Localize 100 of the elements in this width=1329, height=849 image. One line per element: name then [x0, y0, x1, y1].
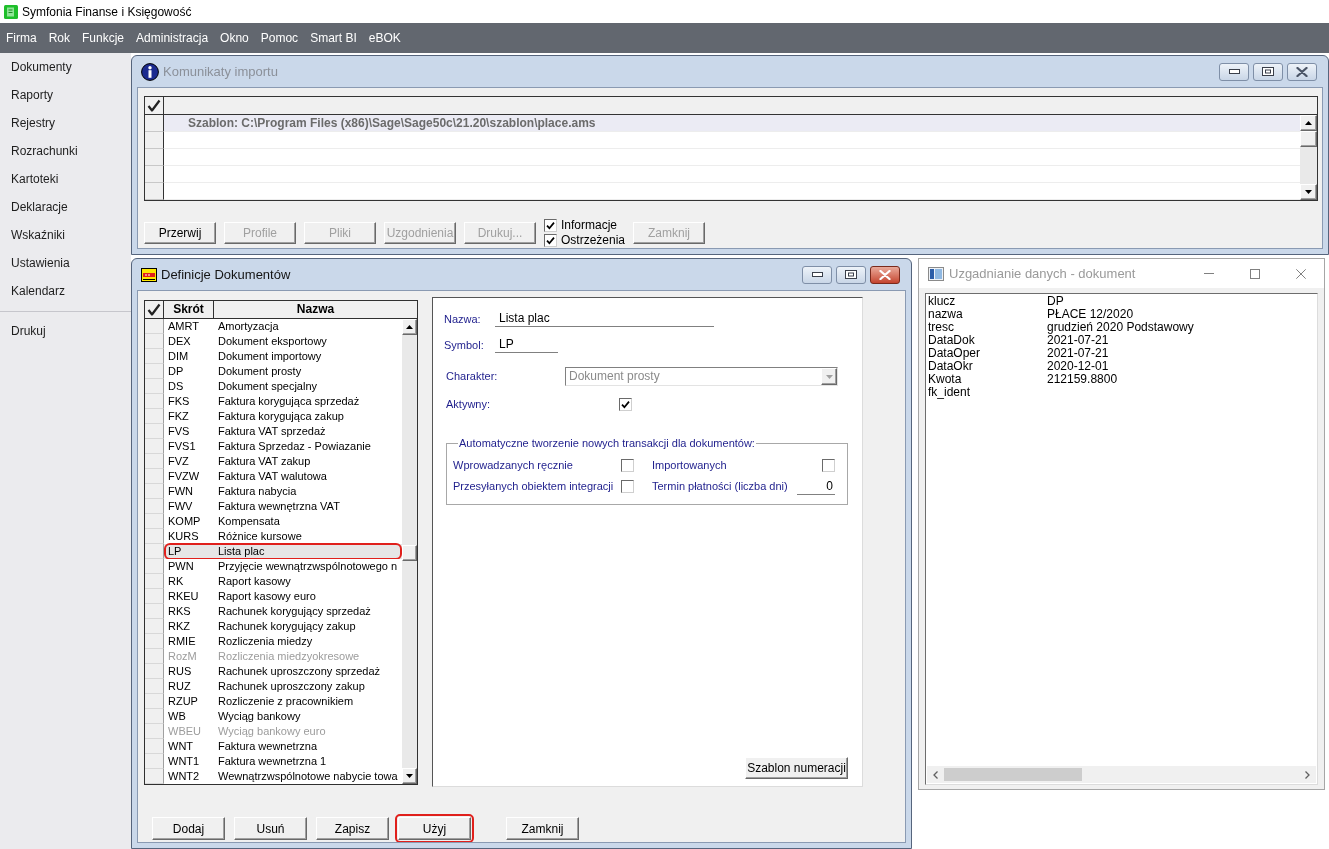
sidebar-item[interactable]: Rozrachunki: [11, 142, 78, 160]
scroll-up-button[interactable]: [1300, 115, 1317, 131]
field-value: DP: [1047, 295, 1064, 308]
field-value: grudzień 2020 Podstawowy: [1047, 321, 1194, 334]
minimize-icon: [1204, 273, 1214, 274]
checkbox[interactable]: [544, 233, 557, 247]
dialog-button[interactable]: Użyj: [398, 817, 471, 840]
maximize-button[interactable]: [1253, 62, 1283, 81]
dialog-button[interactable]: Przerwij: [144, 221, 216, 244]
field-label: Termin płatności (liczba dni): [652, 479, 789, 495]
column-header[interactable]: Nazwa: [214, 301, 417, 318]
field-key: nazwa: [928, 308, 1047, 321]
field-key: Kwota: [928, 373, 1047, 386]
menu-item[interactable]: Administracja: [136, 29, 209, 47]
input-field[interactable]: LP: [495, 337, 558, 353]
sidebar-item[interactable]: Rejestry: [11, 114, 55, 132]
sidebar-item[interactable]: Wskaźniki: [11, 226, 65, 244]
sidebar-item[interactable]: Drukuj: [11, 322, 46, 340]
chevron-right-icon: [1305, 770, 1310, 779]
scroll-down-button[interactable]: [402, 768, 417, 784]
input-field[interactable]: Lista plac: [495, 311, 714, 327]
maximize-icon: [1250, 268, 1260, 279]
field-key: klucz: [928, 295, 1047, 308]
minimize-button[interactable]: [1219, 62, 1249, 81]
scroll-down-button[interactable]: [1300, 184, 1317, 200]
dialog-button[interactable]: Usuń: [234, 817, 307, 840]
menu-item[interactable]: Funkcje: [82, 29, 125, 47]
column-header[interactable]: Skrót: [164, 301, 214, 318]
dialog-button[interactable]: Zapisz: [316, 817, 389, 840]
field-value: PŁACE 12/2020: [1047, 308, 1134, 321]
close-button[interactable]: [1287, 62, 1317, 81]
menu-item[interactable]: Okno: [220, 29, 249, 47]
close-icon: [879, 269, 891, 280]
sidebar-item[interactable]: Deklaracje: [11, 198, 68, 216]
sidebar-item[interactable]: Raporty: [11, 86, 54, 104]
dialog-button[interactable]: Zamknij: [506, 817, 579, 840]
app-title: Symfonia Finanse i Księgowość: [22, 3, 192, 21]
close-icon: [1296, 66, 1308, 77]
checkbox[interactable]: [544, 218, 557, 232]
field-key: tresc: [928, 321, 1047, 334]
field-key: DataOkr: [928, 360, 1047, 373]
field-key: DataDok: [928, 334, 1047, 347]
triangle-down-icon: [825, 374, 833, 379]
sidebar-item[interactable]: Ustawienia: [11, 254, 70, 272]
field-value: 212159.8800: [1047, 373, 1118, 386]
sidebar-item[interactable]: Kartoteki: [11, 170, 59, 188]
check-icon: [147, 303, 161, 316]
minimize-icon: [811, 272, 823, 277]
minimize-icon: [1228, 69, 1240, 74]
group-legend: Automatyczne tworzenie nowych transakcji dla dokumentów:: [458, 435, 756, 452]
dialog-button[interactable]: Szablon numeracji: [745, 757, 848, 779]
window-title: Komunikaty importu: [163, 62, 278, 81]
checkbox-label: Wprowadzanych ręcznie: [453, 458, 574, 474]
check-icon: [147, 99, 161, 112]
menu-item[interactable]: eBOK: [368, 29, 401, 47]
triangle-down-icon: [406, 774, 413, 778]
app-icon: [4, 4, 18, 19]
maximize-button[interactable]: [836, 265, 866, 284]
menu-item[interactable]: Rok: [48, 29, 70, 47]
document-name: Przyjęcie wewnątrzwspólnotowego n: [214, 559, 402, 574]
message-text: Szablon: C:\Program Files (x86)\Sage\Sage50c\21.20\szablon\place.ams: [164, 115, 1300, 132]
field-key: DataOper: [928, 347, 1047, 360]
input-field[interactable]: 0: [797, 478, 835, 495]
row-indicator[interactable]: [145, 183, 164, 200]
checkbox-label: Przesyłanych obiektem integracji: [453, 479, 615, 495]
checkbox[interactable]: [619, 397, 632, 411]
scroll-up-button[interactable]: [402, 319, 417, 335]
menu-item[interactable]: Firma: [6, 29, 37, 47]
checkbox-label: Informacje: [561, 218, 618, 232]
window-title: Uzgadnianie danych - dokument: [949, 264, 1136, 283]
maximize-icon: [845, 270, 857, 279]
sidebar-item[interactable]: Kalendarz: [11, 282, 66, 300]
scrollbar-thumb[interactable]: [944, 768, 1082, 781]
triangle-up-icon: [406, 325, 413, 329]
checkmark-icon: [621, 399, 630, 409]
field-value: 2021-07-21: [1047, 334, 1109, 347]
menu-item[interactable]: Pomoc: [260, 29, 299, 47]
scrollbar-thumb[interactable]: [402, 545, 417, 561]
chevron-left-icon: [933, 770, 938, 779]
checkbox-label: Importowanych: [652, 458, 728, 474]
checkbox[interactable]: [621, 480, 634, 493]
checkbox-label: Ostrzeżenia: [561, 233, 626, 247]
row-indicator[interactable]: [145, 166, 164, 183]
card-icon: [141, 267, 157, 282]
row-indicator[interactable]: [145, 115, 164, 132]
checkbox[interactable]: [621, 459, 634, 472]
checkbox[interactable]: [822, 459, 835, 472]
row-indicator[interactable]: [145, 132, 164, 149]
window-icon: [928, 266, 944, 281]
sidebar-item[interactable]: Dokumenty: [11, 58, 72, 76]
close-button[interactable]: [870, 265, 900, 284]
field-label: Charakter:: [446, 369, 498, 385]
close-icon: [1296, 268, 1306, 279]
field-label: Nazwa:: [444, 311, 482, 327]
dialog-button[interactable]: Dodaj: [152, 817, 225, 840]
field-value: 2021-07-21: [1047, 347, 1109, 360]
scrollbar-thumb[interactable]: [1300, 131, 1317, 147]
row-indicator[interactable]: [145, 149, 164, 166]
menu-item[interactable]: Smart BI: [310, 29, 357, 47]
minimize-button[interactable]: [802, 265, 832, 284]
